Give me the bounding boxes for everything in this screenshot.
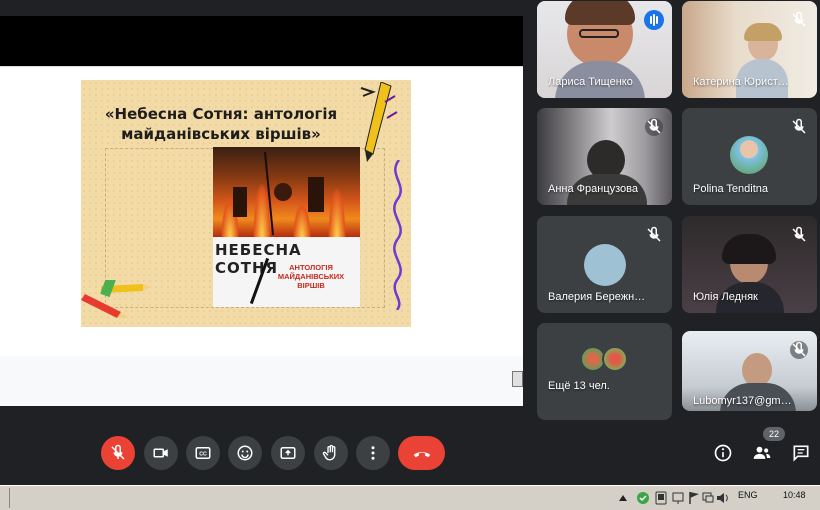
network-tray-icon[interactable] [702, 491, 714, 505]
participant-name: Юлія Ледняк [693, 291, 758, 303]
participant-tile[interactable]: Валерия Бережн… [537, 216, 672, 313]
pencils-clipart [81, 280, 151, 318]
taskbar-handle[interactable] [0, 488, 10, 508]
people-icon [753, 446, 771, 459]
slide-canvas: «Небесна Сотня: антологія майданівських … [0, 66, 523, 399]
mic-off-icon [647, 226, 661, 242]
speaking-indicator-icon [644, 10, 664, 30]
more-participants-tile[interactable]: Ещё 13 чел. [537, 323, 672, 420]
presentation-footer [0, 356, 523, 406]
mic-off-icon [790, 341, 808, 359]
participant-tile[interactable]: Polina Tenditna [682, 108, 817, 205]
display-tray-icon[interactable] [672, 491, 684, 505]
flag-tray-icon[interactable] [688, 491, 700, 505]
emoji-button[interactable] [228, 436, 262, 470]
slide-title: «Небесна Сотня: антологія майданівських … [101, 104, 341, 144]
more-vert-icon [371, 446, 375, 460]
avatar [602, 346, 628, 372]
camera-toggle-button[interactable] [144, 436, 178, 470]
taskbar-clock[interactable]: 10:48 [783, 490, 806, 500]
present-icon [280, 447, 296, 459]
svg-text:CC: CC [199, 452, 207, 458]
squiggle-decoration [393, 160, 402, 310]
people-count-badge: 22 [763, 427, 785, 441]
meeting-details-button[interactable] [712, 442, 734, 464]
mic-off-icon [645, 118, 663, 136]
meet-window: «Небесна Сотня: антологія майданівських … [0, 0, 820, 510]
volume-tray-icon[interactable] [716, 491, 730, 505]
participant-tile[interactable]: Lubomyr137@gm… [682, 331, 817, 411]
camera-icon [153, 448, 168, 458]
book-subtitle: АНТОЛОГІЯ МАЙДАНІВСЬКИХ ВІРШІВ [277, 263, 345, 290]
participant-name: Анна Французова [548, 183, 639, 195]
captions-button[interactable]: CC [186, 436, 220, 470]
participant-tile[interactable]: Юлія Ледняк [682, 216, 817, 313]
participant-tile[interactable]: Лариса Тищенко [537, 1, 672, 98]
slide-title-line2: майданівських віршів» [121, 125, 321, 143]
emoji-icon [237, 445, 253, 461]
chat-icon [793, 445, 809, 462]
info-icon [714, 444, 732, 462]
document-icon [512, 371, 523, 387]
participant-name: Polina Tenditna [693, 183, 769, 195]
captions-icon: CC [195, 447, 211, 459]
mic-off-icon [792, 11, 806, 27]
presentation-view: «Небесна Сотня: антологія майданівських … [0, 16, 523, 406]
participant-tile[interactable]: Анна Французова [537, 108, 672, 205]
participant-name: Lubomyr137@gm… [693, 395, 792, 407]
device-tray-icon[interactable] [655, 491, 667, 505]
participant-name: Лариса Тищенко [548, 76, 633, 88]
people-button[interactable] [751, 442, 773, 464]
antivirus-tray-icon[interactable] [636, 491, 650, 505]
mic-off-icon [111, 444, 125, 460]
end-call-icon [413, 452, 430, 458]
mic-toggle-button[interactable] [101, 436, 135, 470]
participant-name: Катерина Юрист… [693, 76, 789, 88]
book-cover-art [213, 147, 360, 237]
windows-taskbar: ENG 10:48 [0, 485, 820, 510]
raise-hand-icon [322, 444, 336, 461]
tray-expand-icon[interactable] [619, 495, 627, 501]
present-button[interactable] [271, 436, 305, 470]
avatar [584, 244, 626, 286]
more-options-button[interactable] [356, 436, 390, 470]
presentation-header [0, 16, 523, 66]
chat-button[interactable] [790, 442, 812, 464]
avatar [730, 136, 768, 174]
pencil-clipart [360, 82, 398, 162]
participant-name: Валерия Бережн… [548, 291, 646, 303]
more-participants-label: Ещё 13 чел. [548, 380, 610, 392]
participant-tile[interactable]: Катерина Юрист… [682, 1, 817, 98]
slide-title-line1: «Небесна Сотня: антологія [104, 105, 338, 123]
mic-off-icon [792, 226, 806, 242]
end-call-button[interactable] [398, 436, 445, 470]
raise-hand-button[interactable] [314, 436, 348, 470]
book-cover-image: НЕБЕСНА СОТНЯ АНТОЛОГІЯ МАЙДАНІВСЬКИХ ВІ… [213, 147, 360, 307]
mic-off-icon [792, 118, 806, 134]
language-indicator[interactable]: ENG [738, 490, 758, 500]
slide: «Небесна Сотня: антологія майданівських … [81, 80, 411, 327]
